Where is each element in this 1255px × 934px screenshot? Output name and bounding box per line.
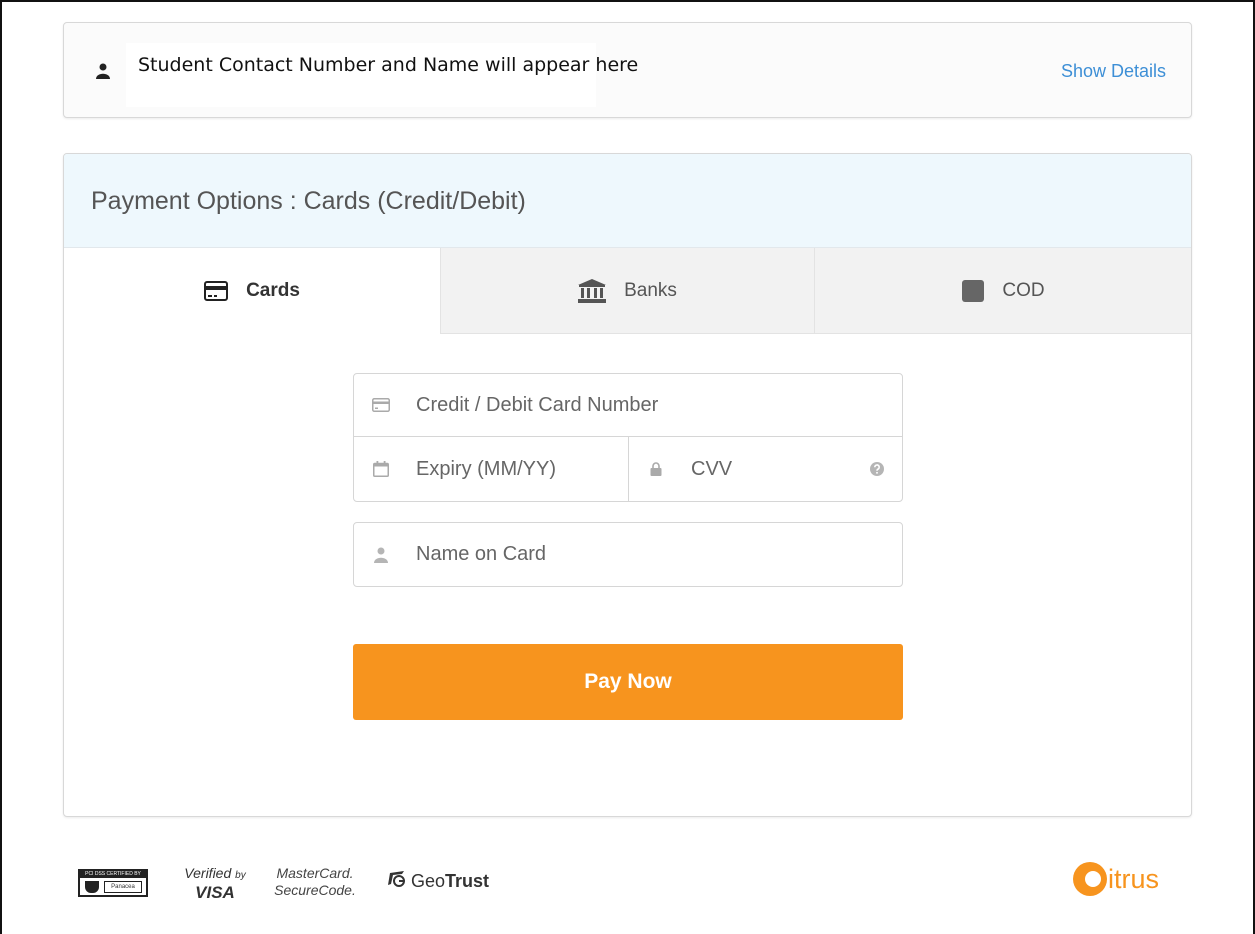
- geotrust-badge: GeoTrust: [388, 871, 489, 892]
- securecode-text: SecureCode.: [274, 882, 356, 898]
- cod-icon: [962, 279, 985, 302]
- pci-badge-text: Panacea: [104, 881, 142, 893]
- bank-icon: [578, 278, 607, 303]
- payment-title: Payment Options : Cards (Credit/Debit): [91, 187, 526, 215]
- expiry-field[interactable]: Expiry (MM/YY): [353, 436, 629, 502]
- tab-cod-label: COD: [1002, 279, 1045, 301]
- tab-cod[interactable]: COD: [814, 248, 1191, 334]
- card-number-field[interactable]: Credit / Debit Card Number: [353, 373, 903, 437]
- student-info-text: Student Contact Number and Name will app…: [138, 54, 639, 76]
- credit-card-icon: [370, 398, 392, 412]
- shield-icon: [85, 881, 99, 893]
- citrus-text: itrus: [1108, 863, 1160, 894]
- payment-tabs: Cards Banks COD: [64, 248, 1191, 334]
- user-icon: [96, 63, 110, 79]
- geotrust-logo-icon: [388, 871, 406, 892]
- credit-card-icon: [204, 281, 229, 301]
- mastercard-securecode-badge: MasterCard. SecureCode.: [270, 865, 360, 899]
- pci-dss-badge: PCI DSS CERTIFIED BY Panacea: [78, 869, 148, 897]
- visa-verified-text: Verified: [184, 865, 232, 881]
- citrus-logo: itrus: [1073, 862, 1159, 896]
- verified-by-visa-badge: Verified by VISA: [175, 865, 255, 901]
- cvv-field[interactable]: CVV: [628, 436, 903, 502]
- user-icon: [370, 547, 392, 563]
- geotrust-prefix: Geo: [411, 871, 446, 891]
- citrus-c-icon: [1073, 862, 1107, 896]
- tab-banks-label: Banks: [624, 279, 677, 301]
- lock-icon: [645, 462, 667, 476]
- pay-now-button[interactable]: Pay Now: [353, 644, 903, 720]
- calendar-icon: [370, 461, 392, 477]
- student-info-card: Student Contact Number and Name will app…: [63, 22, 1192, 118]
- visa-by-text: by: [235, 870, 246, 881]
- payment-card: Payment Options : Cards (Credit/Debit) C…: [63, 153, 1192, 817]
- help-icon[interactable]: [870, 459, 884, 482]
- tab-cards-label: Cards: [246, 280, 300, 301]
- pci-badge-header: PCI DSS CERTIFIED BY: [80, 871, 146, 878]
- mastercard-text: MasterCard.: [276, 865, 354, 881]
- cvv-placeholder: CVV: [691, 457, 733, 480]
- tab-cards[interactable]: Cards: [64, 248, 440, 334]
- expiry-placeholder: Expiry (MM/YY): [416, 457, 556, 480]
- tab-banks[interactable]: Banks: [440, 248, 814, 334]
- geotrust-suffix: Trust: [445, 871, 490, 891]
- name-on-card-placeholder: Name on Card: [416, 543, 547, 565]
- payment-header: Payment Options : Cards (Credit/Debit): [64, 154, 1191, 248]
- name-on-card-field[interactable]: Name on Card: [353, 522, 903, 587]
- card-number-placeholder: Credit / Debit Card Number: [416, 393, 659, 416]
- visa-text: VISA: [195, 883, 235, 902]
- show-details-link[interactable]: Show Details: [1061, 61, 1166, 82]
